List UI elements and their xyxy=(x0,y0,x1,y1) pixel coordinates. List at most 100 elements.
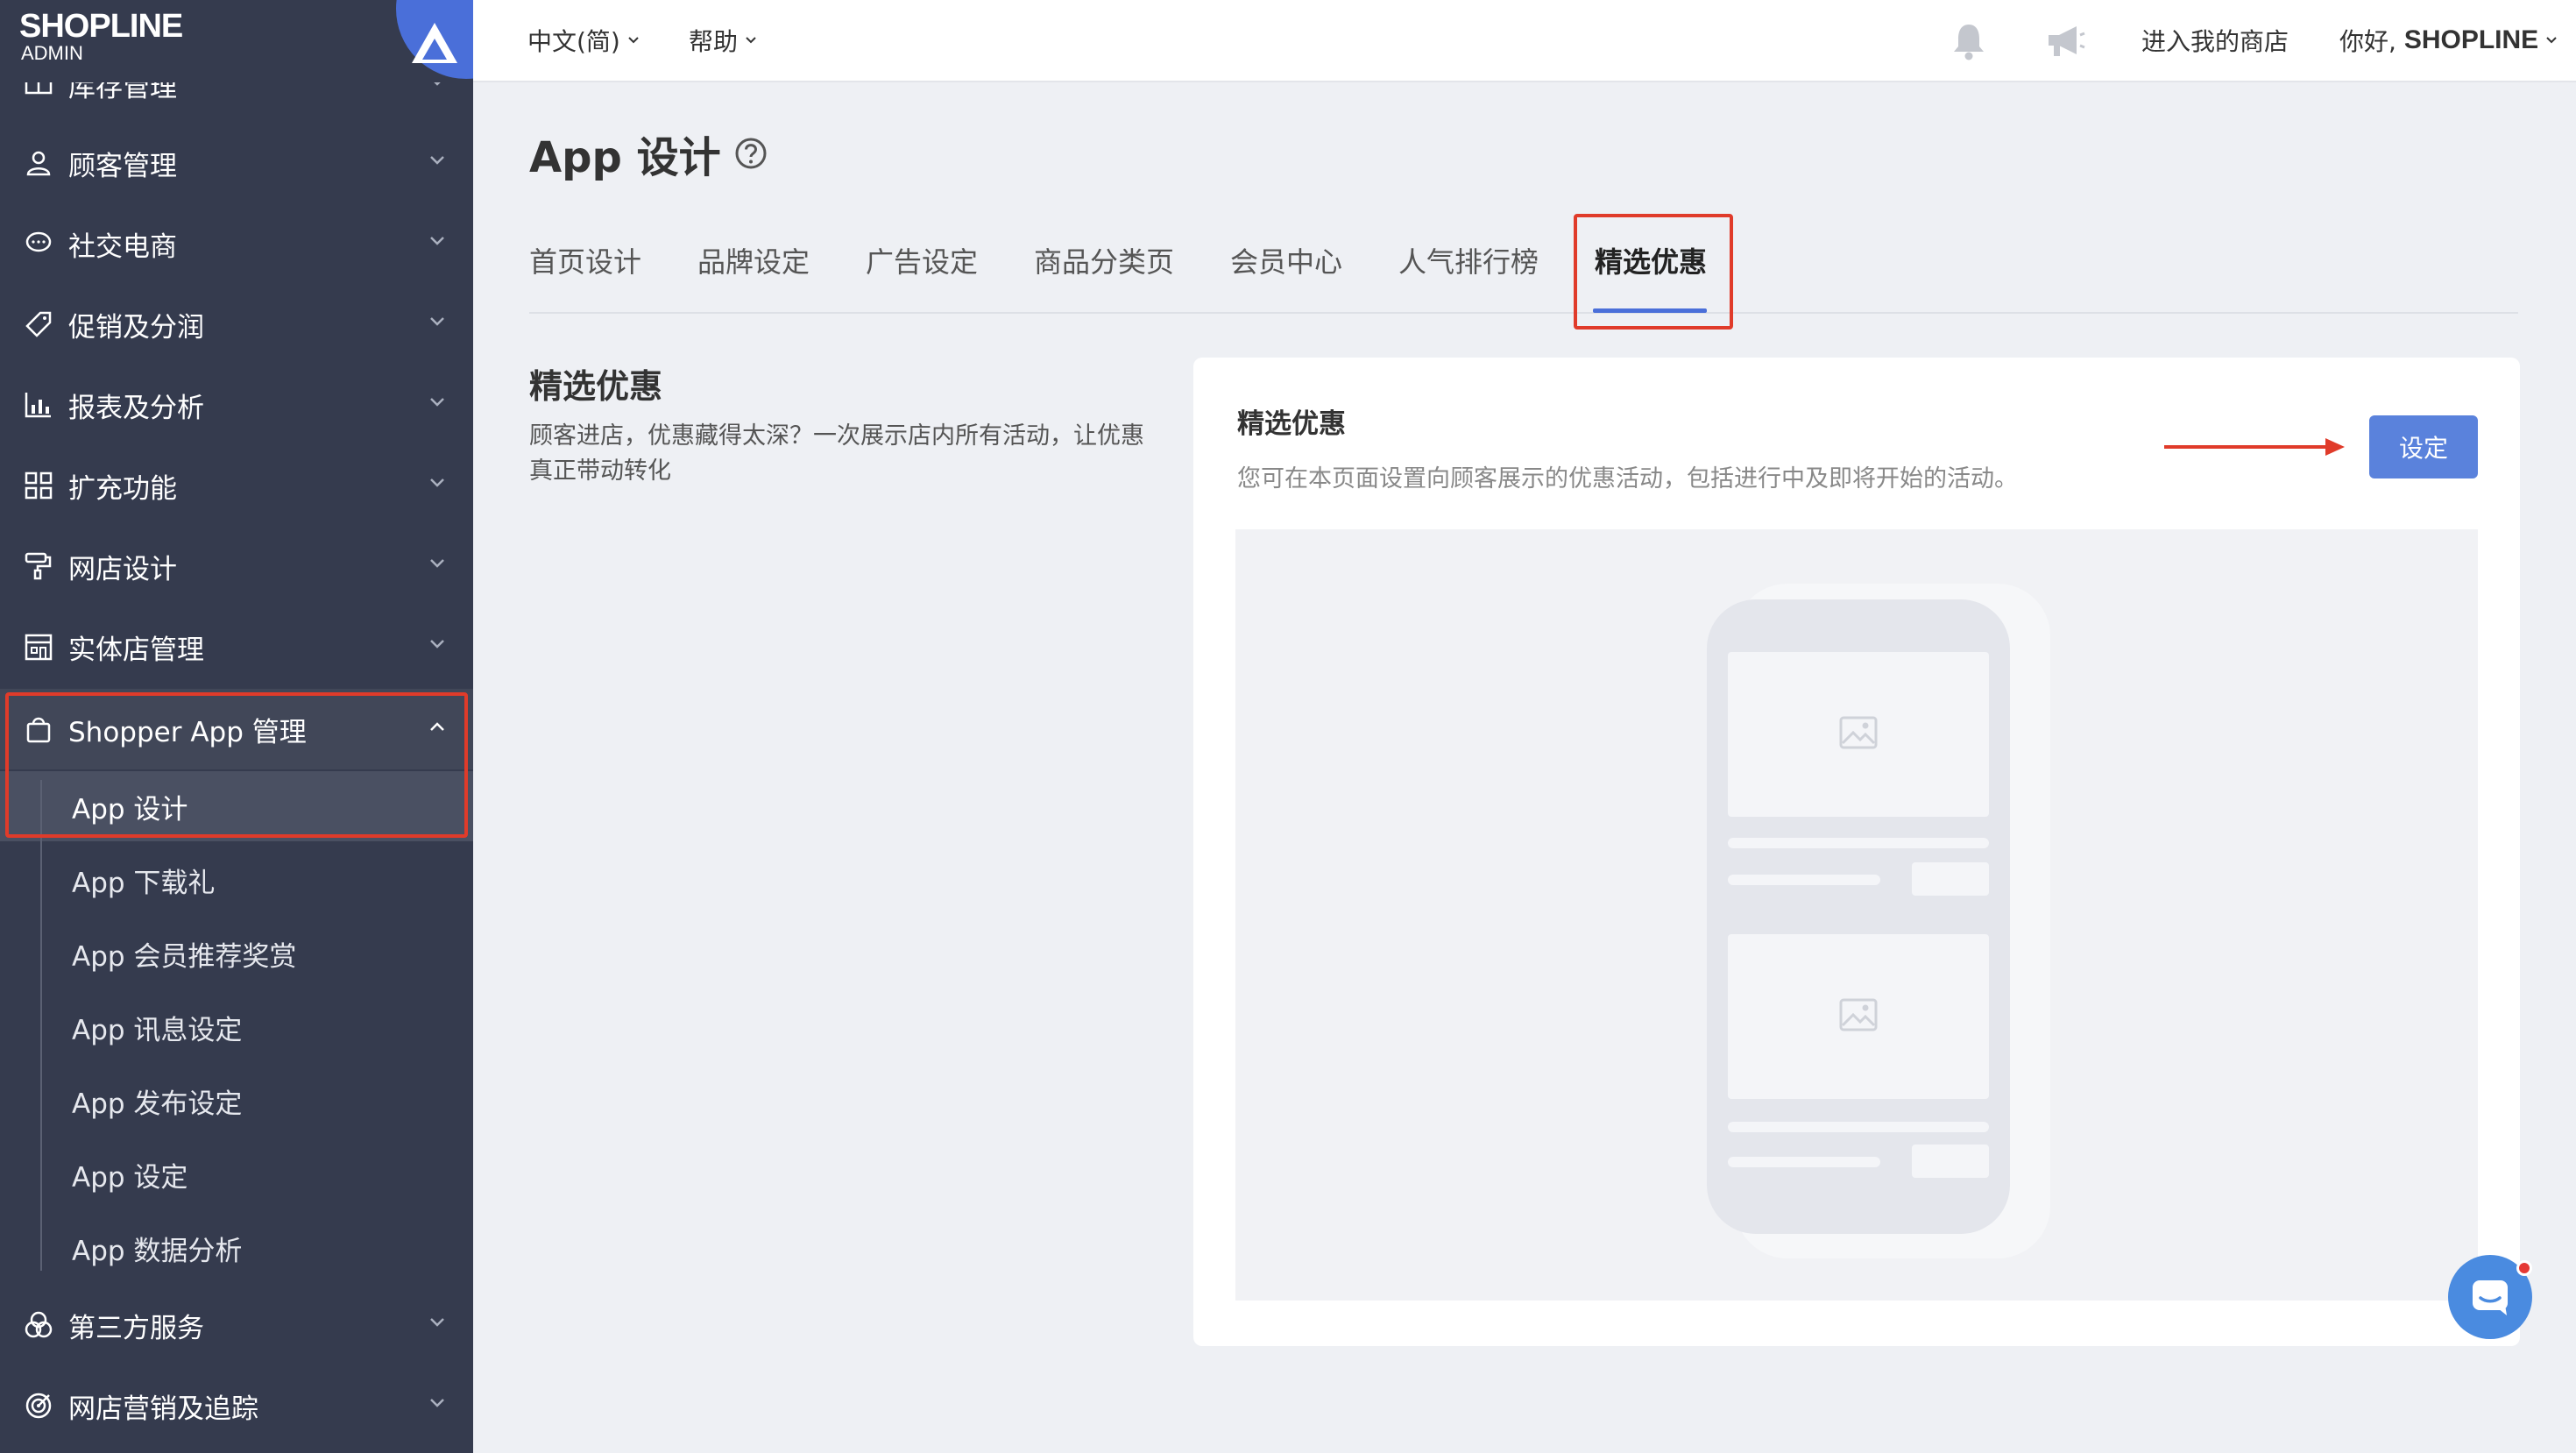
help-label: 帮助 xyxy=(689,27,739,56)
sidebar-item-store-design[interactable]: 网店设计 xyxy=(0,526,473,606)
tab-popular-ranking[interactable]: 人气排行榜 xyxy=(1398,240,1539,280)
tab-homepage[interactable]: 首页设计 xyxy=(529,240,641,280)
chevron-down-icon xyxy=(430,317,444,326)
placeholder-line xyxy=(1728,875,1880,885)
chat-icon xyxy=(2473,1280,2508,1315)
logo-area: SHOPLINE ADMIN xyxy=(0,0,473,82)
sub-item-app-publish[interactable]: App 发布设定 xyxy=(72,1070,242,1131)
section-description: 顾客进店，优惠藏得太深？一次展示店内所有活动，让优惠真正带动转化 xyxy=(529,422,1144,485)
sidebar-item-label: 顾客管理 xyxy=(68,150,177,182)
placeholder-line xyxy=(1728,1157,1880,1167)
sidebar-item-label: 扩充功能 xyxy=(68,472,177,505)
phone-preview xyxy=(1235,529,2478,1301)
language-dropdown[interactable]: 中文(简) xyxy=(527,0,641,81)
placeholder-pill xyxy=(1912,862,1989,896)
page-title-text: App 设计 xyxy=(529,133,721,182)
language-label: 中文(简) xyxy=(527,27,620,56)
image-placeholder-icon xyxy=(1839,998,1878,1031)
megaphone-icon[interactable] xyxy=(2043,19,2087,63)
sidebar-item-third-party[interactable]: 第三方服务 xyxy=(0,1285,473,1365)
placeholder-image xyxy=(1728,934,1989,1099)
sidebar-item-label: 报表及分析 xyxy=(68,392,204,424)
tab-categories[interactable]: 商品分类页 xyxy=(1034,240,1174,280)
chevron-down-icon xyxy=(430,237,444,245)
bell-icon[interactable] xyxy=(1947,19,1991,63)
user-menu[interactable]: 你好, SHOPLINE xyxy=(2339,0,2559,81)
arrow-right-icon xyxy=(2164,438,2345,456)
chat-icon xyxy=(23,228,54,259)
greeting-label: 你好, xyxy=(2339,27,2404,56)
chevron-down-icon xyxy=(628,37,639,44)
store-icon xyxy=(23,631,54,663)
chevron-up-icon xyxy=(430,722,444,731)
phone-mockup xyxy=(1707,599,2010,1234)
sub-item-app-referral[interactable]: App 会员推荐奖赏 xyxy=(72,923,296,984)
chevron-down-icon xyxy=(430,478,444,487)
chevron-down-icon xyxy=(430,398,444,407)
card-description: 您可在本页面设置向顾客展示的优惠活动，包括进行中及即将开始的活动。 xyxy=(1237,465,2018,493)
sidebar-item-marketing[interactable]: 网店营销及追踪 xyxy=(0,1365,473,1446)
chevron-down-icon xyxy=(430,640,444,649)
tag-icon xyxy=(23,308,54,340)
tab-member-center[interactable]: 会员中心 xyxy=(1230,240,1342,280)
sidebar-item-label: 社交电商 xyxy=(68,230,177,263)
chevron-down-icon xyxy=(430,559,444,568)
placeholder-image xyxy=(1728,652,1989,817)
user-icon xyxy=(23,147,54,179)
sidebar-item-physical-store[interactable]: 实体店管理 xyxy=(0,606,473,687)
set-button[interactable]: 设定 xyxy=(2369,415,2478,478)
sidebar-item-extensions[interactable]: 扩充功能 xyxy=(0,445,473,526)
sidebar-item-label: 网店营销及追踪 xyxy=(68,1393,258,1425)
third-party-icon xyxy=(23,1309,54,1341)
brand-sub: ADMIN xyxy=(21,42,83,64)
shopping-bag-icon xyxy=(23,713,54,745)
shopline-mark-icon xyxy=(412,23,457,63)
section-title: 精选优惠 xyxy=(529,367,663,406)
placeholder-line xyxy=(1728,1122,1989,1132)
sidebar: 库存管理 顾客管理 社交电商 促销及分润 报表及分析 扩充功能 网店设计 实体店… xyxy=(0,0,473,1453)
tab-brand[interactable]: 品牌设定 xyxy=(697,240,810,280)
chart-icon xyxy=(23,389,54,421)
chevron-down-icon xyxy=(430,1318,444,1327)
placeholder-pill xyxy=(1912,1145,1989,1178)
sidebar-item-promotions[interactable]: 促销及分润 xyxy=(0,284,473,365)
sidebar-item-label: 第三方服务 xyxy=(68,1312,204,1344)
chevron-down-icon xyxy=(430,156,444,165)
sidebar-item-reports[interactable]: 报表及分析 xyxy=(0,365,473,445)
sub-item-app-design[interactable]: App 设计 xyxy=(72,776,188,837)
sub-item-app-download-gift[interactable]: App 下载礼 xyxy=(72,849,215,911)
notification-dot xyxy=(2516,1260,2532,1276)
tab-featured-offers[interactable]: 精选优惠 xyxy=(1595,240,1707,280)
user-name: SHOPLINE xyxy=(2403,25,2539,54)
active-tab-indicator xyxy=(1593,308,1707,313)
sidebar-item-label: 实体店管理 xyxy=(68,634,204,666)
help-dropdown[interactable]: 帮助 xyxy=(689,0,759,81)
sidebar-item-customers[interactable]: 顾客管理 xyxy=(0,123,473,203)
sub-item-app-analytics[interactable]: App 数据分析 xyxy=(72,1217,242,1279)
submenu-guide-line xyxy=(40,780,42,1271)
shopper-app-submenu: App 设计 App 下载礼 App 会员推荐奖赏 App 讯息设定 App 发… xyxy=(0,771,473,1271)
enter-store-link[interactable]: 进入我的商店 xyxy=(2141,0,2289,81)
sidebar-item-label: 网店设计 xyxy=(68,553,177,585)
sub-item-app-message[interactable]: App 讯息设定 xyxy=(72,996,242,1058)
top-bar: 中文(简) 帮助 进入我的商店 你好, SHOPLINE xyxy=(473,0,2576,82)
help-circle-icon[interactable] xyxy=(733,136,768,171)
apps-icon xyxy=(23,470,54,501)
sidebar-item-label: 促销及分润 xyxy=(68,311,204,344)
sub-item-app-settings[interactable]: App 设定 xyxy=(72,1144,188,1205)
card-title: 精选优惠 xyxy=(1237,408,1346,440)
paint-roller-icon xyxy=(23,550,54,582)
sidebar-item-label: Shopper App 管理 xyxy=(68,716,307,748)
chevron-down-icon xyxy=(2546,37,2557,44)
chevron-down-icon xyxy=(746,37,756,44)
tab-bar: 首页设计 品牌设定 广告设定 商品分类页 会员中心 人气排行榜 精选优惠 xyxy=(529,219,2518,314)
featured-offers-card: 精选优惠 您可在本页面设置向顾客展示的优惠活动，包括进行中及即将开始的活动。 设… xyxy=(1193,358,2520,1346)
tab-ads[interactable]: 广告设定 xyxy=(866,240,978,280)
sidebar-item-shopper-app[interactable]: Shopper App 管理 xyxy=(0,689,473,769)
page-title: App 设计 xyxy=(529,123,768,184)
collapse-badge[interactable] xyxy=(396,0,473,79)
chevron-down-icon xyxy=(430,1399,444,1407)
placeholder-line xyxy=(1728,838,1989,848)
brand-logo: SHOPLINE xyxy=(19,8,183,45)
sidebar-item-social-commerce[interactable]: 社交电商 xyxy=(0,203,473,284)
